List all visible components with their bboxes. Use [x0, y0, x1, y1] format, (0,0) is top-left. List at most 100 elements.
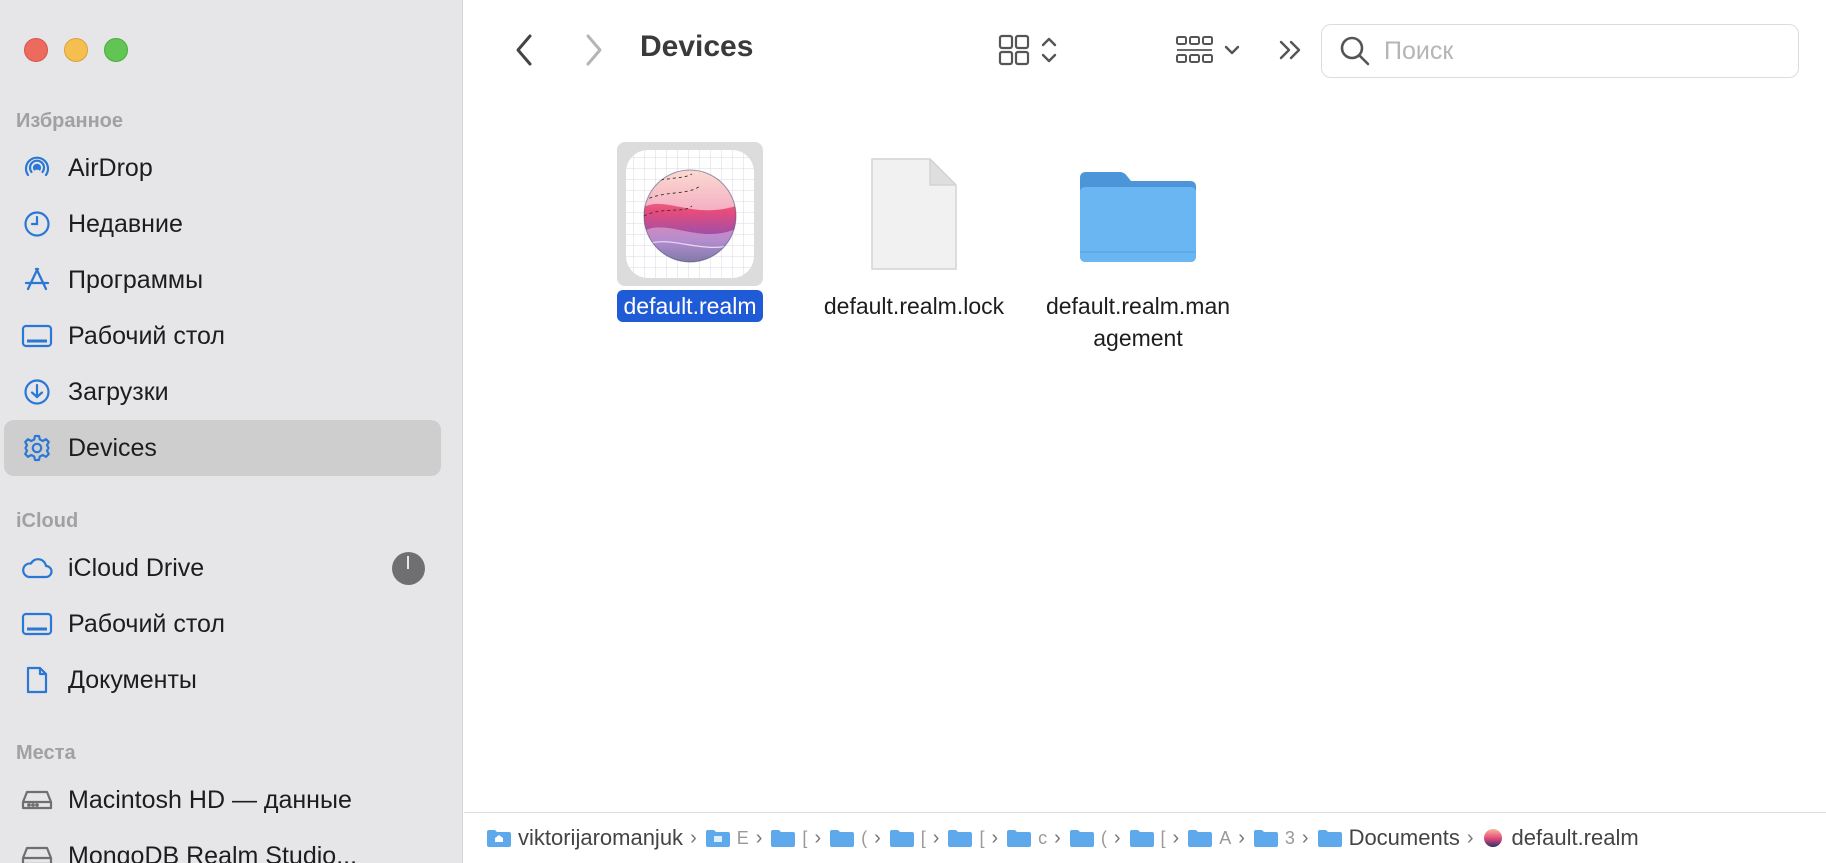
sidebar-item-icloud-drive[interactable]: iCloud Drive — [4, 540, 441, 596]
sidebar-item-devices[interactable]: Devices — [4, 420, 441, 476]
minimize-window-button[interactable] — [64, 38, 88, 62]
folder-icon — [771, 830, 796, 847]
group-grid-icon — [1176, 36, 1213, 63]
sidebar-item-label: Загрузки — [68, 377, 169, 406]
path-item-label: Documents — [1348, 825, 1460, 850]
path-item[interactable]: E — [705, 828, 749, 849]
path-item[interactable]: [ — [770, 828, 807, 849]
sidebar-item-label: Devices — [68, 433, 157, 462]
sidebar-item-label: Рабочий стол — [68, 609, 225, 638]
sidebar-item-airdrop[interactable]: AirDrop — [4, 140, 441, 196]
folder-icon — [1129, 830, 1154, 847]
apps-icon — [20, 263, 54, 297]
sidebar-item-label: iCloud Drive — [68, 553, 205, 582]
file-thumbnail — [841, 142, 987, 286]
up-down-chevron-icon — [1041, 37, 1057, 63]
path-item[interactable]: c — [1006, 828, 1047, 849]
more-toolbar-button[interactable] — [1270, 30, 1310, 70]
cloud-icon — [20, 551, 54, 585]
window-controls — [24, 38, 128, 62]
realm-file-icon — [626, 150, 754, 278]
document-icon — [20, 663, 54, 697]
path-item-label: [ — [979, 827, 985, 848]
path-item-label: A — [1219, 827, 1232, 848]
sidebar-item-documents[interactable]: Документы — [4, 652, 441, 708]
file-browser: default.realm default.realm.lock default… — [464, 100, 1826, 812]
path-separator: › — [1054, 826, 1061, 849]
path-item-label: default.realm — [1511, 825, 1639, 850]
clock-icon — [20, 207, 54, 241]
realm-file-icon — [1483, 829, 1502, 847]
path-separator: › — [932, 826, 940, 849]
sync-progress-icon — [392, 552, 425, 585]
grid-view-icon — [998, 34, 1030, 66]
file-item-default-realm-management[interactable]: default.realm.man agement — [1028, 142, 1248, 354]
section-title-favorites: Избранное — [16, 110, 124, 132]
sidebar: Избранное AirDrop Недавние Программы Раб… — [0, 0, 463, 863]
path-item-label: [ — [802, 827, 808, 848]
sidebar-item-label: Недавние — [68, 209, 183, 238]
path-item[interactable]: ( — [1069, 828, 1107, 849]
path-item-label: viktorijaromanjuk — [518, 825, 684, 850]
sidebar-item-mongodb-realm-studio[interactable]: MongoDB Realm Studio... — [4, 828, 441, 863]
sidebar-item-downloads[interactable]: Загрузки — [4, 364, 441, 420]
path-item-label: E — [736, 827, 749, 848]
sidebar-item-desktop[interactable]: Рабочий стол — [4, 308, 441, 364]
folder-icon — [1080, 172, 1196, 262]
folder-icon — [830, 830, 855, 847]
zoom-window-button[interactable] — [104, 38, 128, 62]
path-item-documents[interactable]: Documents — [1317, 825, 1460, 851]
sidebar-item-applications[interactable]: Программы — [4, 252, 441, 308]
path-separator: › — [1466, 826, 1474, 849]
sidebar-item-macintosh-hd[interactable]: Macintosh HD — данные — [4, 772, 441, 828]
sidebar-item-label: AirDrop — [68, 153, 153, 182]
desktop-icon — [20, 319, 54, 353]
forward-button[interactable] — [574, 28, 614, 72]
path-item[interactable]: ( — [829, 828, 867, 849]
folder-icon — [1007, 830, 1032, 847]
path-separator: › — [755, 826, 763, 849]
path-item-default-realm[interactable]: default.realm — [1482, 825, 1639, 851]
path-item-label: ( — [861, 827, 868, 848]
gear-icon — [20, 431, 54, 465]
sidebar-item-recents[interactable]: Недавние — [4, 196, 441, 252]
folder-icon — [889, 830, 914, 847]
file-name-line-1: default.realm.man — [1045, 293, 1231, 319]
folder-icon — [1188, 830, 1213, 847]
path-separator: › — [814, 826, 822, 849]
path-item-home[interactable]: viktorijaromanjuk — [486, 825, 683, 851]
double-chevron-right-icon — [1279, 40, 1301, 60]
search-icon — [1340, 36, 1370, 66]
path-bar: viktorijaromanjuk › E › [ › ( › [ › [ › … — [464, 812, 1826, 863]
sidebar-item-label: Документы — [68, 665, 197, 694]
sidebar-item-label: Рабочий стол — [68, 321, 225, 350]
path-item-label: [ — [1160, 827, 1166, 848]
sidebar-item-icloud-desktop[interactable]: Рабочий стол — [4, 596, 441, 652]
file-thumbnail — [1065, 142, 1211, 286]
search-input[interactable] — [1384, 36, 1784, 66]
close-window-button[interactable] — [24, 38, 48, 62]
view-mode-button[interactable] — [990, 28, 1066, 72]
download-icon — [20, 375, 54, 409]
disk-icon — [20, 839, 54, 863]
sidebar-item-label: Macintosh HD — данные — [68, 785, 352, 814]
path-item[interactable]: [ — [947, 828, 984, 849]
airdrop-icon — [20, 151, 54, 185]
folder-icon — [705, 830, 730, 847]
back-button[interactable] — [504, 28, 544, 72]
home-folder-icon — [487, 830, 511, 847]
sidebar-item-label: Программы — [68, 265, 204, 294]
path-item-label: 3 — [1284, 827, 1295, 848]
path-item[interactable]: [ — [1129, 828, 1166, 849]
search-field[interactable] — [1321, 24, 1799, 78]
disk-icon — [20, 783, 54, 817]
folder-icon — [1069, 830, 1094, 847]
path-item[interactable]: 3 — [1253, 828, 1295, 849]
group-button[interactable] — [1168, 28, 1248, 72]
section-title-locations: Места — [16, 742, 76, 764]
chevron-left-icon — [516, 34, 532, 66]
path-item[interactable]: A — [1187, 828, 1231, 849]
path-item[interactable]: [ — [889, 828, 926, 849]
file-item-default-realm[interactable]: default.realm — [580, 142, 800, 322]
file-item-default-realm-lock[interactable]: default.realm.lock — [804, 142, 1024, 322]
